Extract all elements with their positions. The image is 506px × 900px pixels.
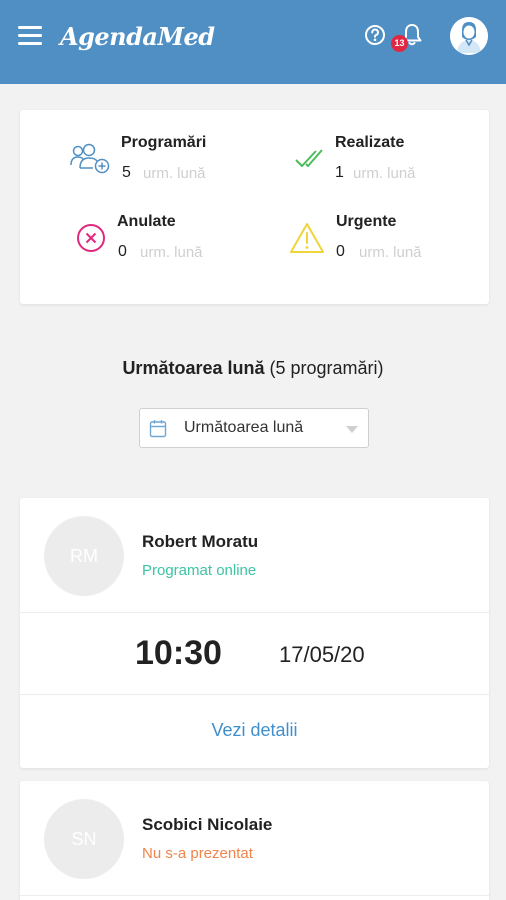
patient-avatar: SN	[44, 799, 124, 879]
calendar-icon	[149, 419, 167, 443]
period-select[interactable]: Următoarea lună	[139, 408, 369, 448]
app-logo: AgendaMed	[60, 22, 215, 51]
patient-name: Robert Moratu	[142, 532, 259, 551]
cancel-circle-icon	[76, 223, 106, 258]
appointment-status: Nu s-a prezentat	[142, 845, 253, 862]
stat-count: 1	[335, 164, 344, 181]
chevron-down-icon	[346, 426, 358, 433]
appointment-card: RM Robert Moratu Programat online 10:30 …	[20, 498, 489, 768]
notification-count-badge: 13	[391, 35, 408, 52]
appointment-date: 17/05/20	[279, 642, 365, 667]
user-avatar[interactable]	[450, 17, 488, 55]
divider	[20, 694, 489, 695]
view-details-link[interactable]: Vezi detalii	[20, 720, 489, 741]
stat-period: urm. lună	[359, 244, 422, 261]
section-title: Următoarea lună (5 programări)	[0, 358, 506, 379]
top-app-bar: AgendaMed 13	[0, 0, 506, 84]
divider	[20, 612, 489, 613]
divider	[20, 895, 489, 896]
warning-icon	[289, 222, 325, 259]
stat-label: Anulate	[117, 213, 176, 230]
double-check-icon	[294, 144, 324, 177]
stat-period: urm. lună	[353, 165, 416, 182]
patient-name: Scobici Nicolaie	[142, 815, 273, 834]
section-title-period: Următoarea lună	[122, 358, 265, 378]
patient-avatar: RM	[44, 516, 124, 596]
hamburger-menu-icon[interactable]	[18, 26, 42, 46]
stat-count: 5	[122, 164, 131, 181]
stat-label: Urgente	[336, 213, 397, 230]
appointment-status: Programat online	[142, 562, 257, 579]
section-title-count: (5 programări)	[269, 358, 384, 378]
stat-label: Realizate	[335, 134, 405, 151]
stat-count: 0	[118, 243, 127, 260]
stat-period: urm. lună	[143, 165, 206, 182]
appointment-time: 10:30	[135, 634, 222, 672]
users-add-icon	[70, 142, 110, 179]
stat-period: urm. lună	[140, 244, 203, 261]
appointment-card: SN Scobici Nicolaie Nu s-a prezentat	[20, 781, 489, 900]
stats-summary-card: Programări 5 urm. lună Realizate 1 urm. …	[20, 110, 489, 304]
stat-label: Programări	[121, 134, 207, 151]
period-select-value: Următoarea lună	[184, 419, 304, 436]
help-icon[interactable]	[364, 24, 386, 46]
stat-count: 0	[336, 243, 345, 260]
